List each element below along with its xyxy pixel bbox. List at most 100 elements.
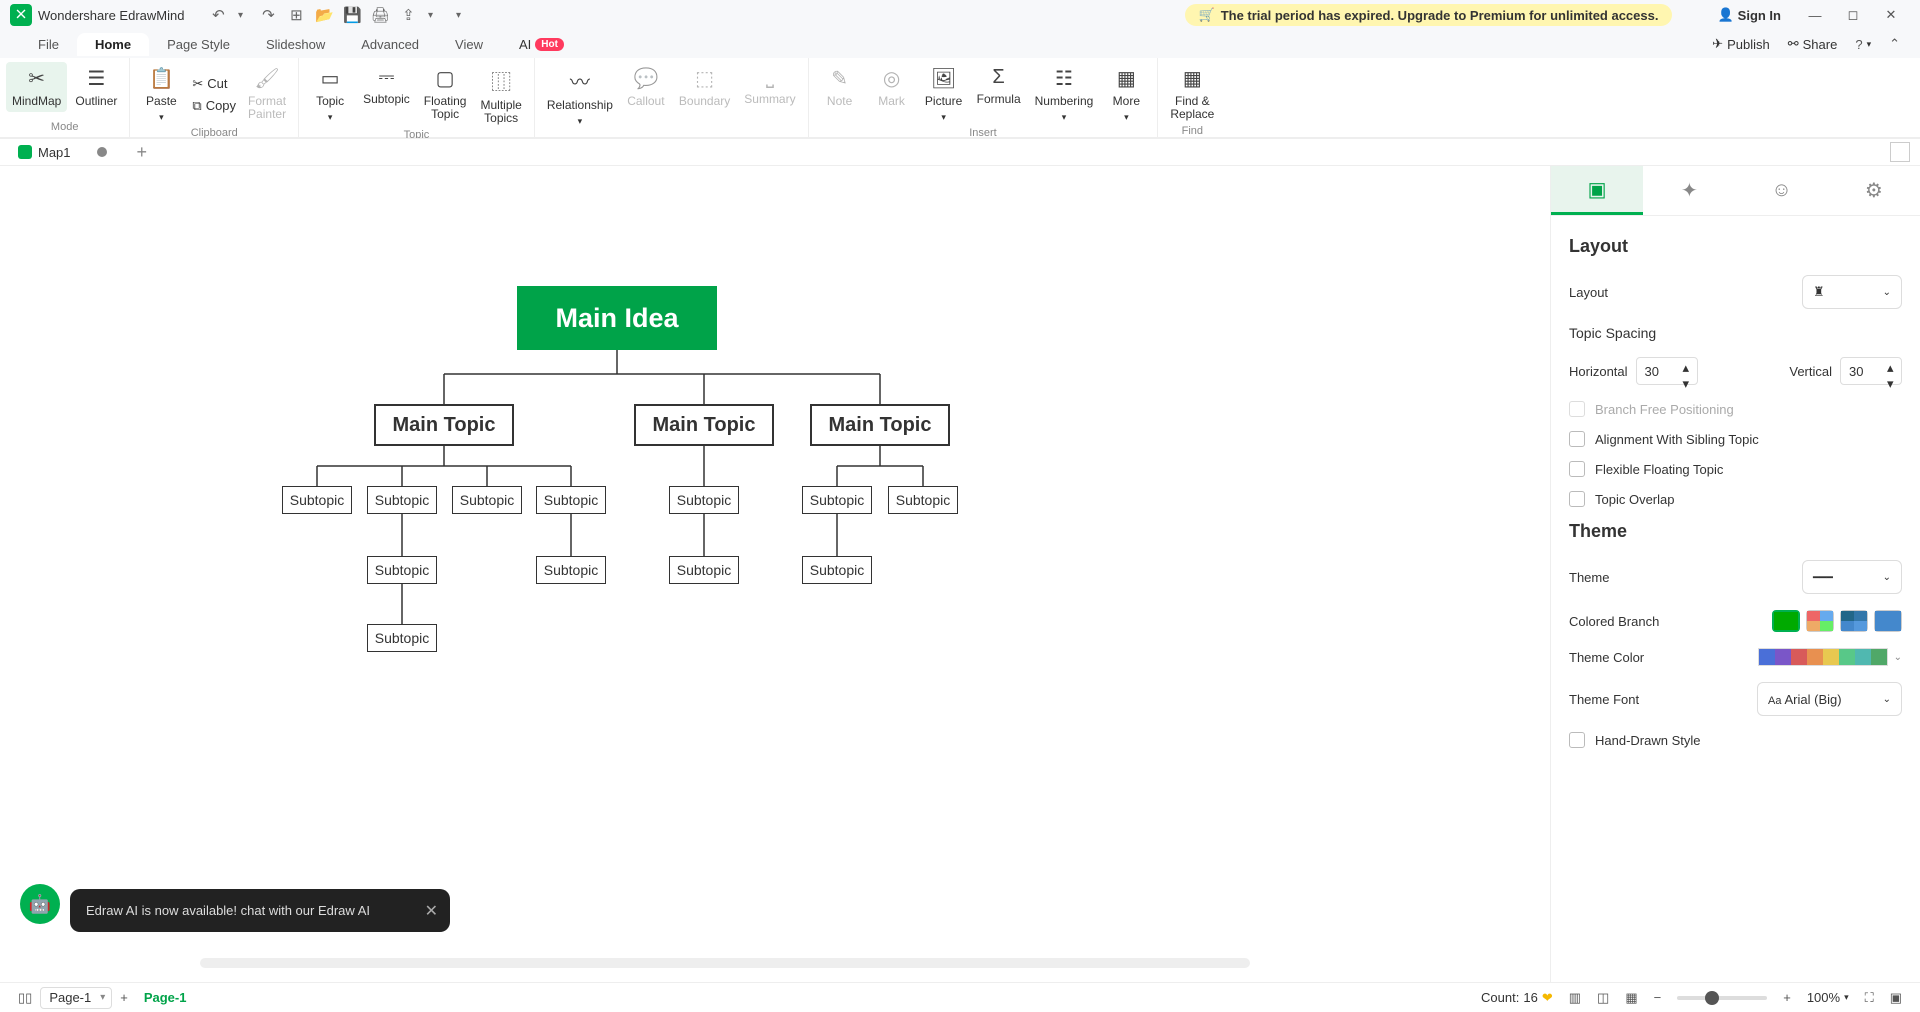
help-button[interactable]: ? ▾: [1855, 37, 1871, 52]
add-page-button[interactable]: +: [112, 990, 136, 1005]
find-replace-button[interactable]: ▦ Find & Replace: [1164, 62, 1220, 125]
doc-tab-dirty-indicator[interactable]: [97, 147, 107, 157]
checkbox[interactable]: [1569, 401, 1585, 417]
checkbox[interactable]: [1569, 461, 1585, 477]
page-tab-active[interactable]: Page-1: [136, 990, 195, 1005]
checkbox[interactable]: [1569, 491, 1585, 507]
branch-swatch-1[interactable]: [1772, 610, 1800, 632]
boundary-button[interactable]: ⬚ Boundary: [673, 62, 736, 131]
node-subtopic[interactable]: Subtopic: [888, 486, 958, 514]
node-subtopic[interactable]: Subtopic: [536, 556, 606, 584]
minimize-button[interactable]: —: [1796, 0, 1834, 30]
numbering-button[interactable]: ☷ Numbering ▾: [1029, 62, 1100, 127]
hand-drawn-checkbox-row[interactable]: Hand-Drawn Style: [1569, 732, 1902, 748]
redo-button[interactable]: ↷: [256, 3, 280, 27]
zoom-value[interactable]: 100% ▾: [1799, 990, 1857, 1005]
more-button[interactable]: ▦ More ▾: [1101, 62, 1151, 127]
close-icon[interactable]: ✕: [425, 901, 438, 921]
zoom-slider[interactable]: [1677, 996, 1767, 1000]
zoom-thumb[interactable]: [1705, 991, 1719, 1005]
collapse-ribbon-button[interactable]: ⌃: [1889, 36, 1900, 52]
formula-button[interactable]: Σ Formula: [971, 62, 1027, 127]
branch-free-checkbox-row[interactable]: Branch Free Positioning: [1569, 401, 1902, 417]
node-subtopic[interactable]: Subtopic: [367, 624, 437, 652]
tab-slideshow[interactable]: Slideshow: [248, 33, 343, 56]
note-button[interactable]: ✎ Note: [815, 62, 865, 127]
page-select[interactable]: Page-1: [40, 987, 112, 1009]
cut-button[interactable]: ✂ Cut: [188, 74, 240, 94]
paste-button[interactable]: 📋 Paste ▾: [136, 62, 186, 127]
canvas[interactable]: Main Idea Main Topic Main Topic Main Top…: [0, 166, 1550, 982]
theme-color-strip[interactable]: [1758, 648, 1888, 666]
undo-button[interactable]: ↶: [206, 3, 230, 27]
side-tab-emoji[interactable]: ☺: [1736, 166, 1828, 215]
branch-swatch-4[interactable]: [1874, 610, 1902, 632]
side-tab-style[interactable]: ✦: [1643, 166, 1735, 215]
vertical-spacing-input[interactable]: 30 ▴▾: [1840, 357, 1902, 385]
callout-button[interactable]: 💬 Callout: [621, 62, 671, 131]
checkbox[interactable]: [1569, 732, 1585, 748]
horizontal-spacing-input[interactable]: 30 ▴▾: [1636, 357, 1698, 385]
customize-quickaccess[interactable]: ▾: [446, 3, 470, 27]
branch-swatch-2[interactable]: [1806, 610, 1834, 632]
side-tab-settings[interactable]: ⚙: [1828, 166, 1920, 215]
maximize-button[interactable]: ◻: [1834, 0, 1872, 30]
picture-button[interactable]: 🖼 Picture ▾: [919, 62, 969, 127]
branch-swatch-3[interactable]: [1840, 610, 1868, 632]
view-mode-2[interactable]: ◫: [1589, 990, 1617, 1006]
chevron-down-icon[interactable]: ⌄: [1894, 652, 1902, 663]
side-tab-layout[interactable]: ▣: [1551, 166, 1643, 215]
relationship-button[interactable]: 〰 Relationship ▾: [541, 62, 619, 131]
undo-dropdown[interactable]: ▾: [228, 3, 252, 27]
horizontal-scrollbar[interactable]: [200, 958, 1250, 968]
node-subtopic[interactable]: Subtopic: [669, 486, 739, 514]
align-sibling-checkbox-row[interactable]: Alignment With Sibling Topic: [1569, 431, 1902, 447]
save-button[interactable]: 💾: [340, 3, 364, 27]
close-window-button[interactable]: ✕: [1872, 0, 1910, 30]
theme-font-select[interactable]: Aa Arial (Big) ⌄: [1757, 682, 1902, 716]
node-main-topic-2[interactable]: Main Topic: [634, 404, 774, 446]
node-subtopic[interactable]: Subtopic: [367, 556, 437, 584]
add-doc-tab-button[interactable]: +: [137, 142, 148, 163]
doc-tab-map1[interactable]: Map1: [8, 145, 117, 160]
node-subtopic[interactable]: Subtopic: [452, 486, 522, 514]
ai-fab-button[interactable]: 🤖: [20, 884, 60, 924]
mark-button[interactable]: ◎ Mark: [867, 62, 917, 127]
node-subtopic[interactable]: Subtopic: [367, 486, 437, 514]
panel-toggle-button[interactable]: [1890, 142, 1910, 162]
share-button[interactable]: ⚯ Share: [1788, 36, 1838, 52]
tab-file[interactable]: File: [20, 33, 77, 56]
node-main-topic-3[interactable]: Main Topic: [810, 404, 950, 446]
trial-banner[interactable]: 🛒 The trial period has expired. Upgrade …: [1185, 4, 1673, 26]
zoom-in-button[interactable]: +: [1775, 990, 1799, 1005]
export-button[interactable]: ⇪: [396, 3, 420, 27]
tab-ai[interactable]: AI Hot: [501, 33, 582, 56]
zoom-out-button[interactable]: −: [1646, 990, 1670, 1005]
fullscreen-button[interactable]: ▣: [1882, 990, 1910, 1006]
copy-button[interactable]: ⧉ Copy: [188, 96, 240, 116]
node-main-topic-1[interactable]: Main Topic: [374, 404, 514, 446]
node-subtopic[interactable]: Subtopic: [669, 556, 739, 584]
topic-button[interactable]: ▭ Topic ▾: [305, 62, 355, 129]
view-mode-3[interactable]: ▦: [1617, 990, 1645, 1006]
node-main-idea[interactable]: Main Idea: [517, 286, 717, 350]
spinner-icon[interactable]: ▴▾: [1683, 360, 1695, 382]
node-subtopic[interactable]: Subtopic: [802, 556, 872, 584]
overlap-checkbox-row[interactable]: Topic Overlap: [1569, 491, 1902, 507]
tab-view[interactable]: View: [437, 33, 501, 56]
layout-select[interactable]: ♜ ⌄: [1802, 275, 1902, 309]
flex-float-checkbox-row[interactable]: Flexible Floating Topic: [1569, 461, 1902, 477]
spinner-icon[interactable]: ▴▾: [1887, 360, 1899, 382]
outline-toggle-button[interactable]: ▯▯: [10, 990, 40, 1006]
sign-in-button[interactable]: 👤 Sign In: [1717, 7, 1781, 23]
export-dropdown[interactable]: ▾: [418, 3, 442, 27]
open-button[interactable]: 📂: [312, 3, 336, 27]
publish-button[interactable]: ✈ Publish: [1712, 36, 1770, 52]
node-subtopic[interactable]: Subtopic: [802, 486, 872, 514]
outliner-mode-button[interactable]: ☰ Outliner: [69, 62, 123, 112]
fit-screen-button[interactable]: ⛶: [1857, 990, 1882, 1006]
theme-select[interactable]: ━━━ ⌄: [1802, 560, 1902, 594]
checkbox[interactable]: [1569, 431, 1585, 447]
summary-button[interactable]: ⎵ Summary: [738, 62, 801, 131]
floating-topic-button[interactable]: ▢ Floating Topic: [418, 62, 473, 129]
